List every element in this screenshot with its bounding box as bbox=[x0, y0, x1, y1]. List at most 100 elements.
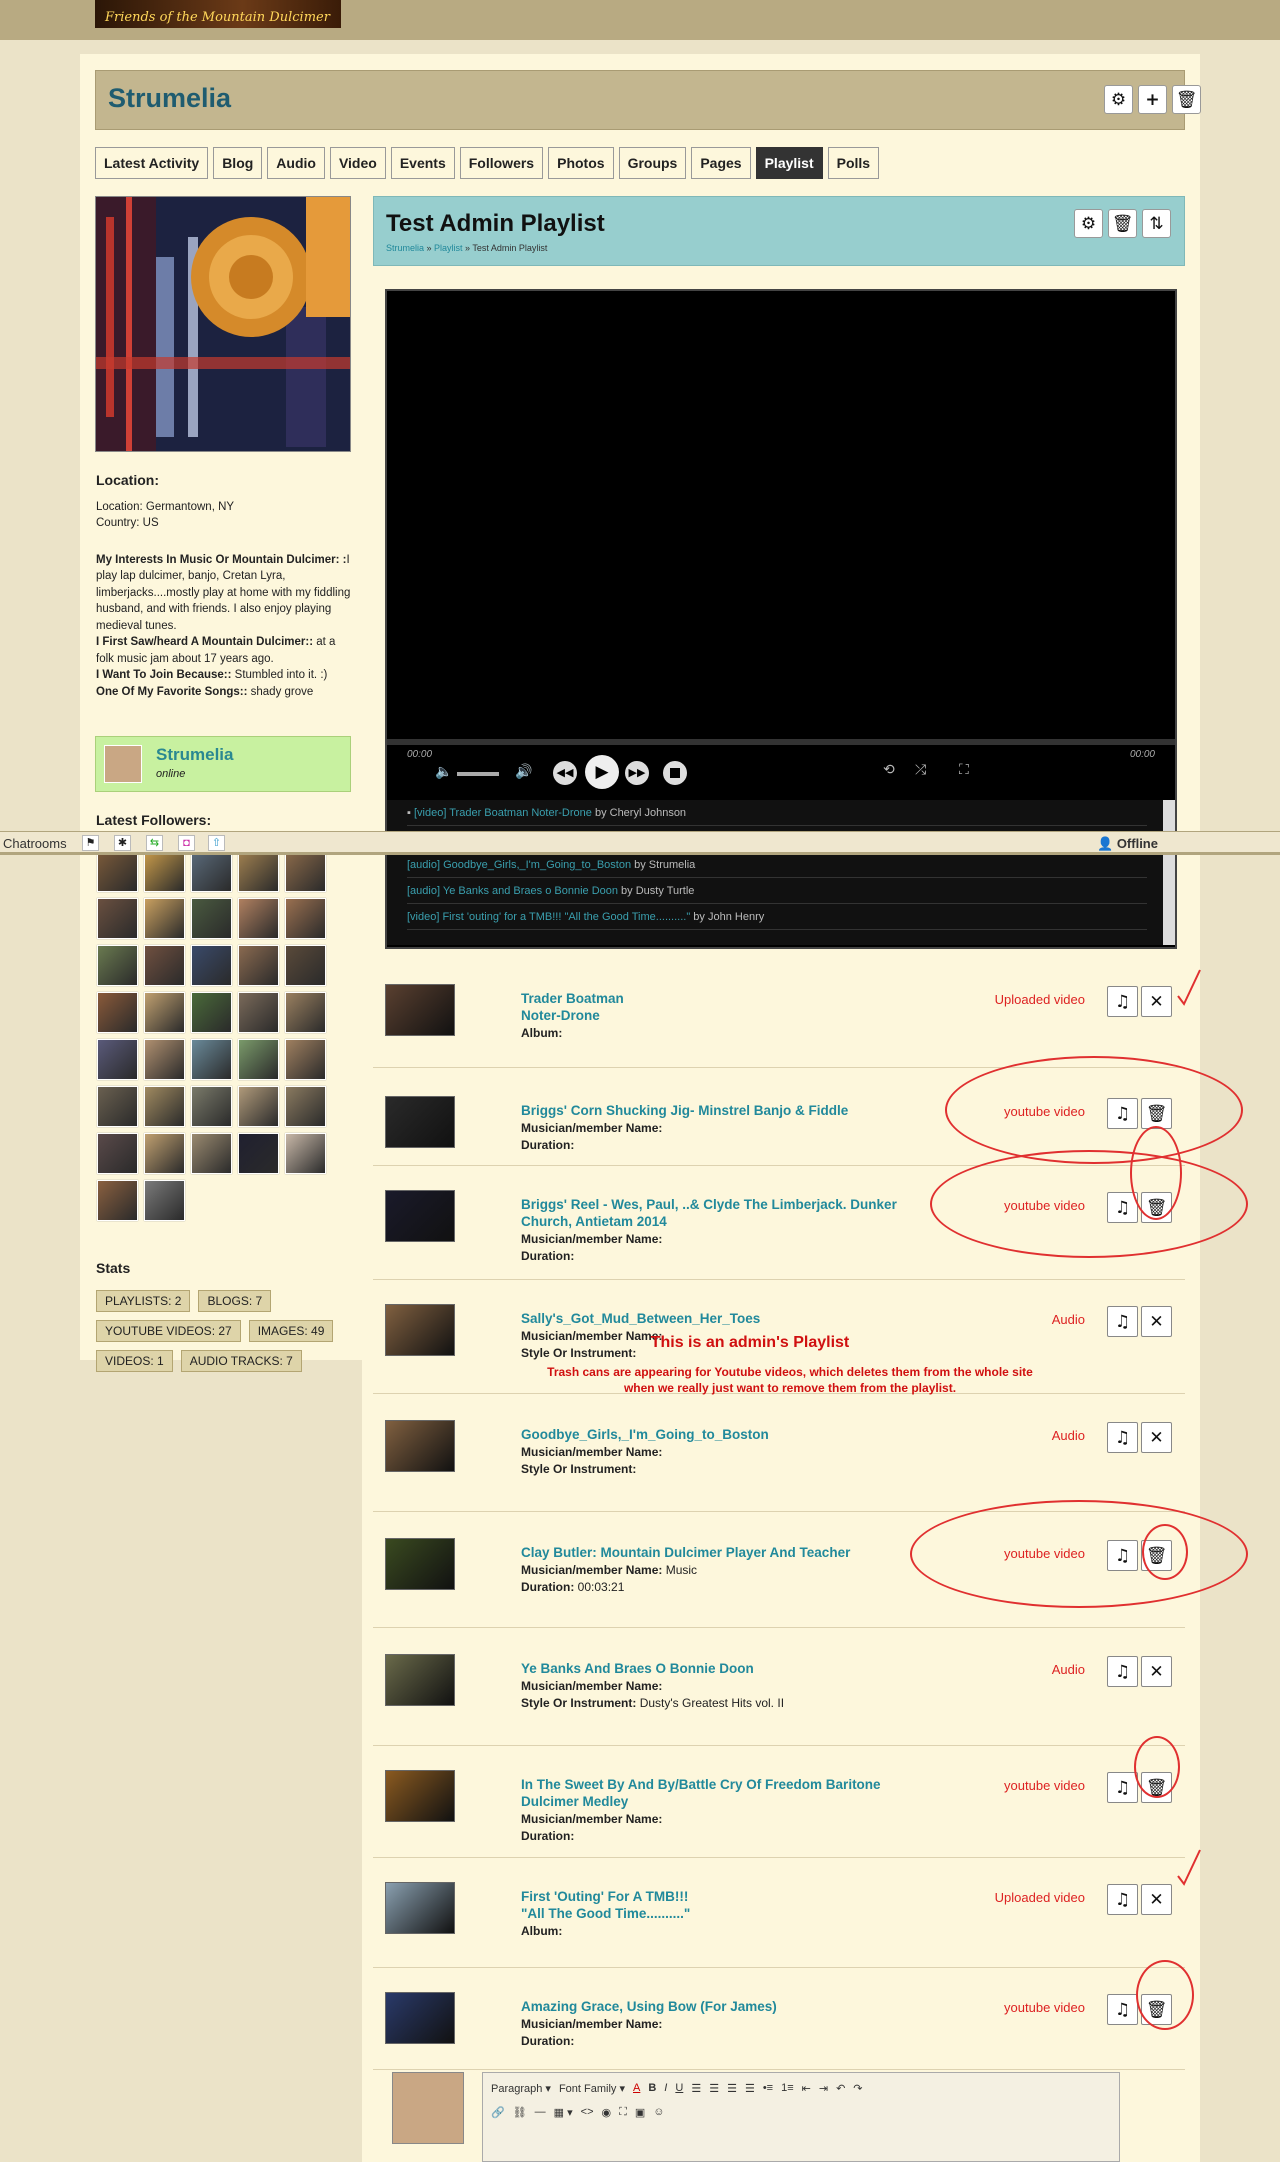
follower-thumbnail[interactable] bbox=[238, 945, 279, 986]
repeat-icon[interactable]: ⟲ bbox=[883, 761, 895, 778]
remove-from-playlist-button[interactable]: ✕ bbox=[1141, 1422, 1172, 1453]
item-title[interactable]: Trader Boatman Noter-Drone bbox=[521, 990, 901, 1024]
delete-item-button[interactable]: 🗑 bbox=[1141, 1192, 1172, 1223]
tab-events[interactable]: Events bbox=[390, 147, 455, 179]
follower-thumbnail[interactable] bbox=[238, 1086, 279, 1127]
undo-icon[interactable]: ↶ bbox=[836, 2082, 845, 2095]
follower-thumbnail[interactable] bbox=[144, 1039, 185, 1080]
remove-from-playlist-button[interactable]: ✕ bbox=[1141, 1656, 1172, 1687]
follower-thumbnail[interactable] bbox=[238, 851, 279, 892]
italic-icon[interactable]: I bbox=[664, 2082, 667, 2094]
stat-badge[interactable]: YOUTUBE VIDEOS: 27 bbox=[96, 1320, 241, 1342]
bug-icon[interactable]: ✱ bbox=[114, 835, 131, 851]
stat-badge[interactable]: IMAGES: 49 bbox=[248, 1320, 334, 1342]
queue-scrollbar[interactable] bbox=[1163, 800, 1175, 945]
item-thumbnail[interactable] bbox=[385, 1190, 455, 1242]
add-to-player-button[interactable]: ♫ bbox=[1107, 1192, 1138, 1223]
queue-item[interactable]: ▪ [video] Trader Boatman Noter-Drone by … bbox=[407, 800, 1147, 826]
playlist-settings-button[interactable]: ⚙ bbox=[1074, 209, 1103, 238]
font-family-select[interactable]: Font Family ▾ bbox=[559, 2082, 625, 2095]
item-title[interactable]: Briggs' Corn Shucking Jig- Minstrel Banj… bbox=[521, 1102, 901, 1119]
tab-polls[interactable]: Polls bbox=[827, 147, 880, 179]
table-icon[interactable]: ▦ ▾ bbox=[554, 2106, 573, 2119]
tab-groups[interactable]: Groups bbox=[618, 147, 687, 179]
follower-thumbnail[interactable] bbox=[238, 1133, 279, 1174]
follower-thumbnail[interactable] bbox=[285, 898, 326, 939]
playlist-sort-button[interactable]: ⇅ bbox=[1142, 209, 1171, 238]
follower-thumbnail[interactable] bbox=[97, 1039, 138, 1080]
add-to-player-button[interactable]: ♫ bbox=[1107, 1306, 1138, 1337]
code-icon[interactable]: <> bbox=[581, 2106, 594, 2118]
format-select[interactable]: Paragraph ▾ bbox=[491, 2082, 551, 2095]
add-to-player-button[interactable]: ♫ bbox=[1107, 1540, 1138, 1571]
tab-blog[interactable]: Blog bbox=[213, 147, 263, 179]
item-thumbnail[interactable] bbox=[385, 1654, 455, 1706]
flag-icon[interactable]: ⚑ bbox=[82, 835, 99, 851]
add-to-player-button[interactable]: ♫ bbox=[1107, 1656, 1138, 1687]
follower-thumbnail[interactable] bbox=[285, 945, 326, 986]
media-icon[interactable]: ◘ bbox=[178, 835, 195, 851]
align-left-icon[interactable]: ☰ bbox=[691, 2082, 701, 2095]
follower-thumbnail[interactable] bbox=[285, 1133, 326, 1174]
underline-icon[interactable]: U bbox=[675, 2082, 683, 2094]
add-to-player-button[interactable]: ♫ bbox=[1107, 1772, 1138, 1803]
follower-thumbnail[interactable] bbox=[238, 898, 279, 939]
stop-button[interactable] bbox=[663, 761, 687, 785]
emoji-icon[interactable]: ☺ bbox=[653, 2106, 664, 2118]
follower-thumbnail[interactable] bbox=[191, 945, 232, 986]
upload-icon[interactable]: ⇧ bbox=[208, 835, 225, 851]
queue-item[interactable]: [audio] Goodbye_Girls,_I'm_Going_to_Bost… bbox=[407, 852, 1147, 878]
share-icon[interactable]: ⇆ bbox=[146, 835, 163, 851]
tab-followers[interactable]: Followers bbox=[459, 147, 544, 179]
follower-thumbnail[interactable] bbox=[97, 1086, 138, 1127]
follower-thumbnail[interactable] bbox=[97, 1133, 138, 1174]
item-thumbnail[interactable] bbox=[385, 1420, 455, 1472]
volume-max-icon[interactable]: 🔊 bbox=[515, 763, 532, 780]
item-thumbnail[interactable] bbox=[385, 1770, 455, 1822]
item-thumbnail[interactable] bbox=[385, 1538, 455, 1590]
delete-button[interactable]: 🗑 bbox=[1172, 85, 1201, 114]
chatrooms-label[interactable]: Chatrooms bbox=[3, 836, 67, 851]
shuffle-icon[interactable]: ⤮ bbox=[915, 761, 926, 778]
remove-from-playlist-button[interactable]: ✕ bbox=[1141, 1884, 1172, 1915]
tab-audio[interactable]: Audio bbox=[267, 147, 325, 179]
item-title[interactable]: Ye Banks And Braes O Bonnie Doon bbox=[521, 1660, 901, 1677]
align-right-icon[interactable]: ☰ bbox=[727, 2082, 737, 2095]
outdent-icon[interactable]: ⇤ bbox=[802, 2082, 811, 2095]
item-thumbnail[interactable] bbox=[385, 1304, 455, 1356]
offline-status[interactable]: 👤 Offline bbox=[1097, 836, 1158, 852]
item-thumbnail[interactable] bbox=[385, 1096, 455, 1148]
forward-button[interactable]: ▶▶ bbox=[625, 761, 649, 785]
follower-thumbnail[interactable] bbox=[191, 1086, 232, 1127]
add-to-player-button[interactable]: ♫ bbox=[1107, 1994, 1138, 2025]
align-center-icon[interactable]: ☰ bbox=[709, 2082, 719, 2095]
item-thumbnail[interactable] bbox=[385, 1992, 455, 2044]
follower-thumbnail[interactable] bbox=[191, 1039, 232, 1080]
fullscreen-icon[interactable]: ⛶ bbox=[959, 761, 969, 778]
stat-badge[interactable]: VIDEOS: 1 bbox=[96, 1350, 173, 1372]
follower-thumbnail[interactable] bbox=[191, 992, 232, 1033]
add-to-player-button[interactable]: ♫ bbox=[1107, 986, 1138, 1017]
image-icon[interactable]: ▣ bbox=[635, 2106, 645, 2119]
fullscreen-editor-icon[interactable]: ⛶ bbox=[619, 2106, 627, 2119]
mute-icon[interactable]: 🔈 bbox=[435, 763, 452, 780]
item-title[interactable]: Amazing Grace, Using Bow (For James) bbox=[521, 1998, 901, 2015]
bullet-list-icon[interactable]: •≡ bbox=[763, 2082, 773, 2094]
delete-item-button[interactable]: 🗑 bbox=[1141, 1994, 1172, 2025]
item-title[interactable]: Goodbye_Girls,_I'm_Going_to_Boston bbox=[521, 1426, 901, 1443]
follower-thumbnail[interactable] bbox=[144, 1180, 185, 1221]
delete-item-button[interactable]: 🗑 bbox=[1141, 1772, 1172, 1803]
follower-thumbnail[interactable] bbox=[144, 992, 185, 1033]
follower-thumbnail[interactable] bbox=[191, 898, 232, 939]
follower-thumbnail[interactable] bbox=[144, 851, 185, 892]
item-title[interactable]: In The Sweet By And By/Battle Cry Of Fre… bbox=[521, 1776, 901, 1810]
text-color-icon[interactable]: A bbox=[633, 2082, 640, 2094]
play-button[interactable]: ▶ bbox=[585, 755, 619, 789]
link-icon[interactable]: 🔗 bbox=[491, 2106, 505, 2119]
horizontal-rule-icon[interactable]: ― bbox=[535, 2106, 546, 2118]
tab-video[interactable]: Video bbox=[329, 147, 386, 179]
breadcrumb-playlist[interactable]: Playlist bbox=[434, 243, 463, 253]
item-title[interactable]: Clay Butler: Mountain Dulcimer Player An… bbox=[521, 1544, 901, 1561]
tab-latest-activity[interactable]: Latest Activity bbox=[95, 147, 209, 179]
add-to-player-button[interactable]: ♫ bbox=[1107, 1098, 1138, 1129]
